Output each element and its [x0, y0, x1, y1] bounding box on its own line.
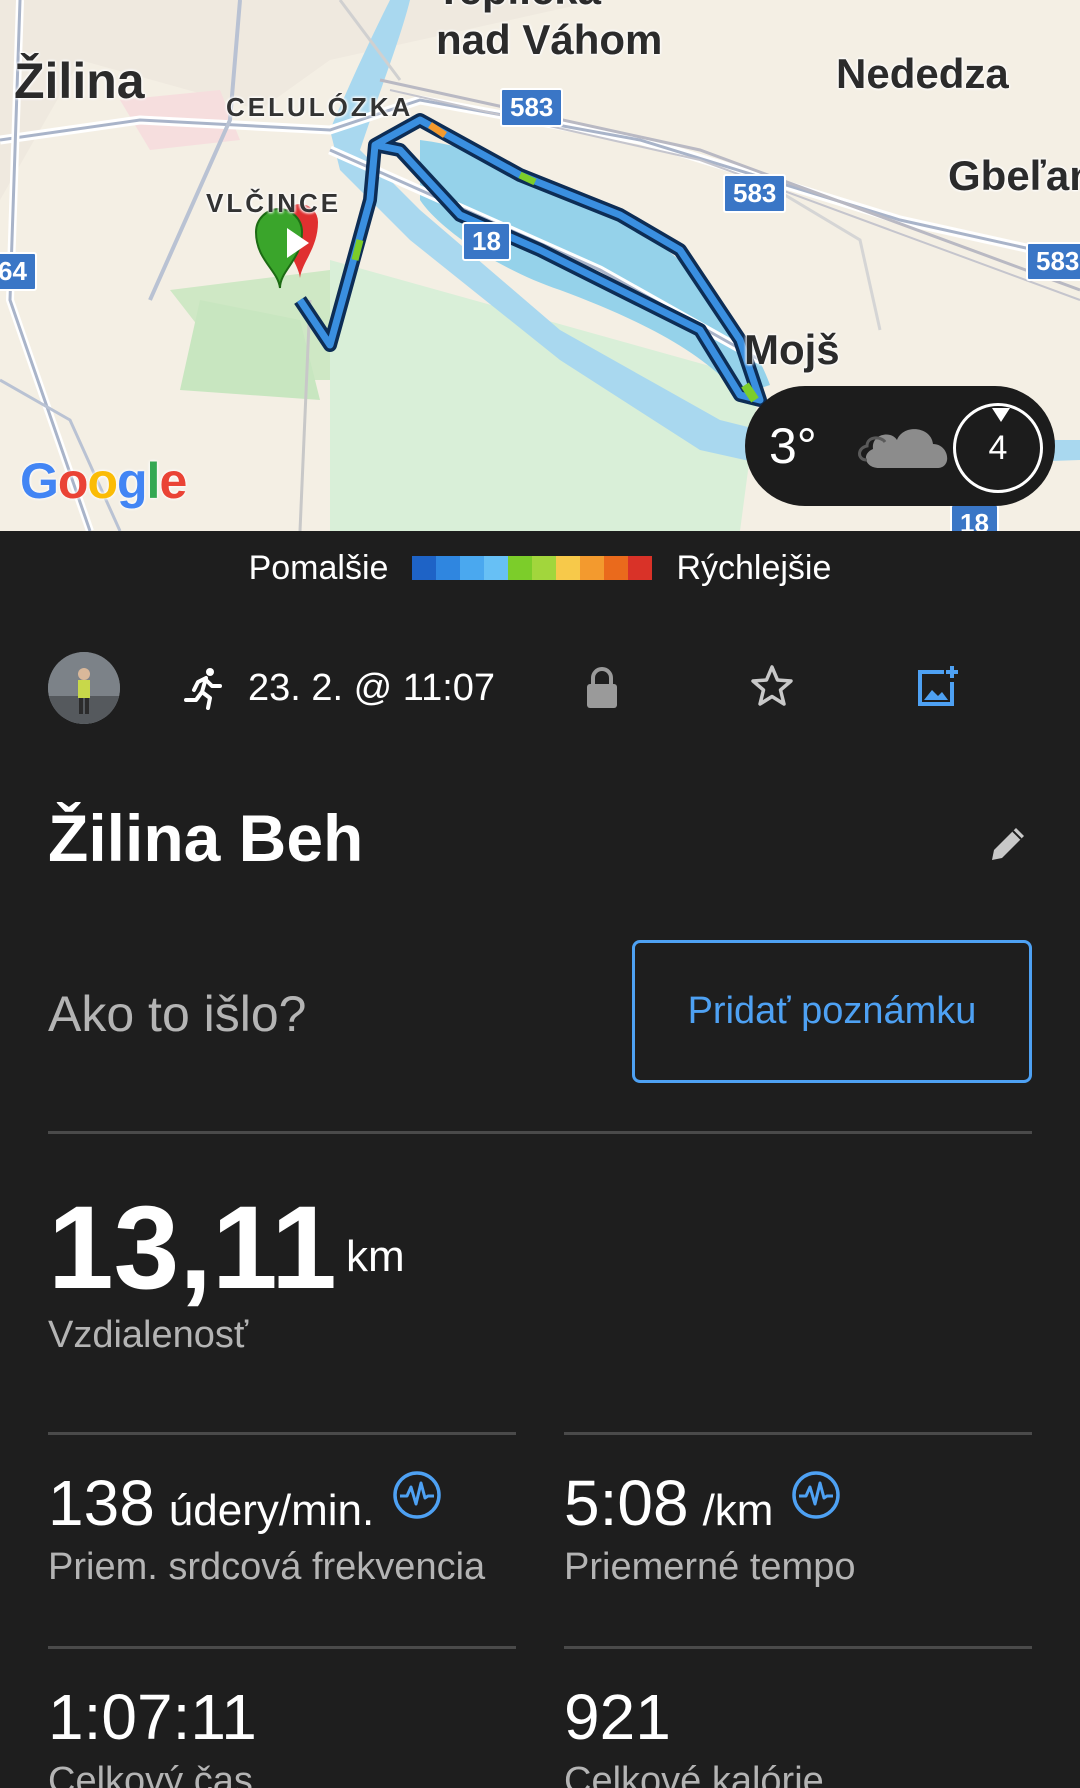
- divider: [48, 1646, 516, 1649]
- pace-color-scale: [412, 556, 653, 580]
- divider: [48, 1131, 1032, 1134]
- heart-rate-label: Priem. srdcová frekvencia: [48, 1546, 486, 1588]
- heart-rate-chart-icon[interactable]: [392, 1470, 442, 1520]
- heart-rate-unit: údery/min.: [168, 1486, 375, 1535]
- road-shield-18: 18: [462, 222, 511, 261]
- avatar-photo: [48, 652, 120, 724]
- activity-datetime: 23. 2. @ 11:07: [248, 666, 496, 709]
- pace-value: 5:08: [564, 1467, 689, 1539]
- activity-title: Žilina Beh: [48, 801, 364, 875]
- road-shield-583: 583: [1026, 242, 1080, 281]
- pace-color-swatch: [412, 556, 437, 580]
- how-did-it-go-prompt: Ako to išlo?: [48, 986, 307, 1042]
- road-shield-18: 18: [950, 504, 999, 531]
- map-label-vlcince: VLČINCE: [206, 188, 342, 218]
- map-label-nededza: Nededza: [836, 50, 1009, 97]
- calories-value: 921: [564, 1681, 671, 1753]
- pace-chart-icon[interactable]: [791, 1470, 841, 1520]
- pace-legend: Pomalšie Rýchlejšie: [0, 546, 1080, 590]
- divider: [564, 1646, 1032, 1649]
- pace-color-swatch: [628, 556, 653, 580]
- legend-slower-label: Pomalšie: [248, 548, 389, 587]
- wind-compass: 4: [953, 403, 1043, 493]
- edit-pencil-icon[interactable]: [986, 822, 1030, 866]
- pace-color-swatch: [484, 556, 509, 580]
- total-time-stat: 1:07:11 Celkový čas: [48, 1680, 518, 1788]
- map-label-teplicka: Teplička: [436, 0, 601, 14]
- add-note-button[interactable]: Pridať poznámku: [632, 940, 1032, 1083]
- pace-stat[interactable]: 5:08 /km Priemerné tempo: [564, 1466, 1034, 1589]
- pace-unit: /km: [702, 1486, 774, 1535]
- distance-label: Vzdialenosť: [48, 1314, 249, 1356]
- google-attribution: Google: [20, 453, 187, 509]
- heart-rate-value: 138: [48, 1467, 155, 1539]
- map-label-celulozka: CELULÓZKA: [226, 92, 414, 122]
- road-shield-64: 64: [0, 252, 37, 291]
- heart-rate-stat[interactable]: 138 údery/min. Priem. srdcová frekvencia: [48, 1466, 518, 1589]
- pace-color-swatch: [508, 556, 533, 580]
- total-time-label: Celkový čas: [48, 1760, 253, 1788]
- pace-color-swatch: [460, 556, 485, 580]
- avatar[interactable]: [48, 652, 120, 724]
- map-label-gbelany: Gbeľan: [948, 152, 1080, 199]
- weather-widget[interactable]: 3° 4: [745, 386, 1055, 506]
- temperature: 3°: [769, 418, 817, 474]
- calories-label: Celkové kalórie: [564, 1760, 824, 1788]
- pace-label: Priemerné tempo: [564, 1546, 856, 1588]
- map-label-mojs: Mojš: [744, 326, 840, 373]
- running-icon: [184, 668, 222, 710]
- pace-color-swatch: [580, 556, 605, 580]
- total-time-value: 1:07:11: [48, 1681, 257, 1753]
- route-map[interactable]: Teplička nad Váhom Žilina Nededza Gbeľan…: [0, 0, 1080, 531]
- map-label-zilina: Žilina: [14, 53, 145, 109]
- wind-speed: 4: [988, 428, 1008, 467]
- road-shield-583: 583: [723, 174, 787, 213]
- divider: [564, 1432, 1032, 1435]
- pace-color-swatch: [604, 556, 629, 580]
- star-icon[interactable]: [748, 662, 796, 710]
- map-label-nad-vahom: nad Váhom: [436, 16, 663, 63]
- add-photo-icon[interactable]: [914, 664, 960, 710]
- divider: [48, 1432, 516, 1435]
- legend-faster-label: Rýchlejšie: [676, 548, 832, 587]
- activity-meta-row: 23. 2. @ 11:07: [48, 652, 1032, 724]
- cloud-icon: [858, 429, 948, 468]
- wind-direction-icon: [992, 408, 1010, 422]
- distance-unit: km: [346, 1232, 405, 1281]
- pace-color-swatch: [556, 556, 581, 580]
- pace-color-swatch: [436, 556, 461, 580]
- pace-color-swatch: [532, 556, 557, 580]
- calories-stat: 921 Celkové kalórie: [564, 1680, 1034, 1788]
- road-shield-583: 583: [500, 88, 564, 127]
- distance-value: 13,11: [48, 1182, 337, 1314]
- lock-icon[interactable]: [584, 666, 620, 710]
